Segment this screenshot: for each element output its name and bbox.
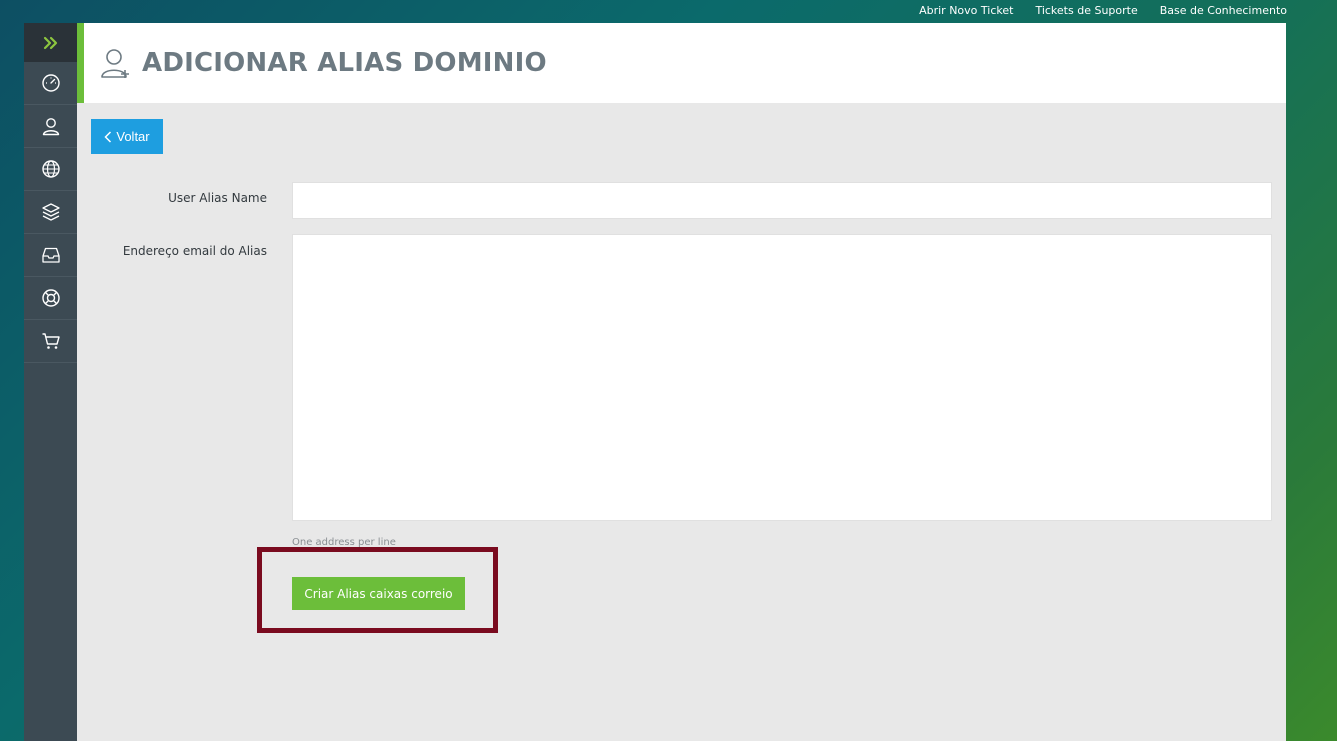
sidebar-item-support[interactable] <box>24 277 77 320</box>
layers-icon <box>41 203 60 221</box>
speedometer-icon <box>41 74 60 92</box>
sidebar-item-dashboard[interactable] <box>24 62 77 105</box>
alias-email-textarea[interactable] <box>292 234 1272 521</box>
back-button-label: Voltar <box>116 129 150 144</box>
alias-name-input[interactable] <box>292 182 1272 219</box>
cart-icon <box>42 333 60 349</box>
double-chevron-right-icon <box>43 36 57 49</box>
page-header: ADICIONAR ALIAS DOMINIO <box>77 23 1286 103</box>
open-new-ticket-link[interactable]: Abrir Novo Ticket <box>919 4 1013 17</box>
back-button[interactable]: Voltar <box>91 119 163 154</box>
user-icon <box>42 118 59 136</box>
lifebuoy-icon <box>41 289 60 307</box>
user-add-icon <box>101 49 129 78</box>
chevron-left-icon <box>104 130 112 143</box>
sidebar-item-inbox[interactable] <box>24 234 77 277</box>
inbox-icon <box>41 247 60 263</box>
create-alias-button[interactable]: Criar Alias caixas correio <box>292 577 465 610</box>
top-navigation: Abrir Novo Ticket Tickets de Suporte Bas… <box>919 0 1287 20</box>
sidebar-toggle-button[interactable] <box>24 23 77 62</box>
sidebar-item-account[interactable] <box>24 105 77 148</box>
alias-name-label: User Alias Name <box>168 191 267 205</box>
alias-email-label: Endereço email do Alias <box>122 244 267 258</box>
sidebar <box>24 23 77 741</box>
sidebar-item-services[interactable] <box>24 191 77 234</box>
sidebar-item-cart[interactable] <box>24 320 77 363</box>
sidebar-item-domains[interactable] <box>24 148 77 191</box>
knowledge-base-link[interactable]: Base de Conhecimento <box>1160 4 1287 17</box>
support-tickets-link[interactable]: Tickets de Suporte <box>1035 4 1137 17</box>
globe-icon <box>41 160 60 178</box>
alias-email-help-text: One address per line <box>292 537 396 548</box>
page-title: ADICIONAR ALIAS DOMINIO <box>142 48 547 78</box>
main-content: ADICIONAR ALIAS DOMINIO Voltar User Alia… <box>77 23 1286 741</box>
